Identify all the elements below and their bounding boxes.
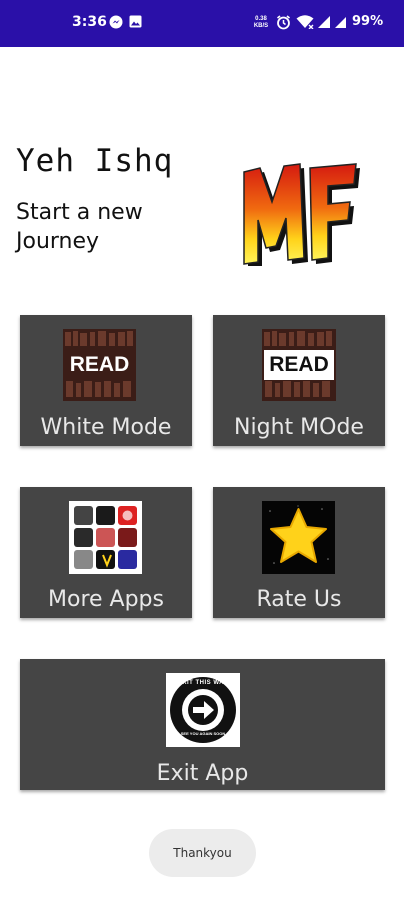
exit-badge-top-text: EXIT THIS WAY bbox=[178, 680, 228, 686]
signal-icon-secondary bbox=[335, 17, 346, 28]
night-mode-button[interactable]: READ Night MOde bbox=[213, 315, 385, 446]
exit-badge-icon: EXIT THIS WAY SEE YOU AGAIN SOON bbox=[166, 673, 240, 747]
app-subtitle: Start a new Journey bbox=[16, 200, 143, 254]
exit-app-button[interactable]: EXIT THIS WAY SEE YOU AGAIN SOON Exit Ap… bbox=[20, 659, 385, 790]
more-apps-button[interactable]: More Apps bbox=[20, 487, 192, 618]
network-speed: 0.38 KB/S bbox=[253, 16, 269, 30]
toast-text: Thankyou bbox=[173, 846, 232, 860]
status-time: 3:36 bbox=[72, 14, 107, 30]
rate-us-button[interactable]: Rate Us bbox=[213, 487, 385, 618]
read-text: READ bbox=[69, 353, 130, 376]
wifi-icon bbox=[296, 15, 314, 29]
gallery-icon bbox=[129, 15, 142, 28]
star-icon bbox=[262, 501, 335, 574]
status-bar: 3:36 0.38 KB/S 99% bbox=[0, 0, 404, 47]
app-title: Yeh Ishq bbox=[16, 143, 174, 179]
read-white-thumbnail: READ bbox=[63, 329, 136, 401]
app-grid-icon bbox=[69, 501, 142, 574]
toast-message: Thankyou bbox=[149, 829, 256, 877]
messenger-icon bbox=[109, 15, 123, 29]
read-text: READ bbox=[269, 353, 329, 376]
white-mode-label: White Mode bbox=[40, 415, 172, 440]
signal-icon bbox=[318, 16, 330, 28]
exit-badge-bottom-text: SEE YOU AGAIN SOON bbox=[180, 731, 226, 736]
read-night-thumbnail: READ bbox=[262, 329, 336, 401]
rate-us-label: Rate Us bbox=[256, 587, 342, 612]
night-mode-label: Night MOde bbox=[234, 415, 364, 440]
battery-percent: 99% bbox=[352, 14, 384, 29]
net-speed-unit: KB/S bbox=[253, 23, 269, 29]
more-apps-label: More Apps bbox=[48, 587, 164, 612]
exit-app-label: Exit App bbox=[156, 761, 249, 786]
alarm-icon bbox=[277, 15, 290, 30]
net-speed-value: 0.38 bbox=[255, 16, 267, 22]
mf-logo bbox=[243, 163, 360, 266]
white-mode-button[interactable]: READ White Mode bbox=[20, 315, 192, 446]
